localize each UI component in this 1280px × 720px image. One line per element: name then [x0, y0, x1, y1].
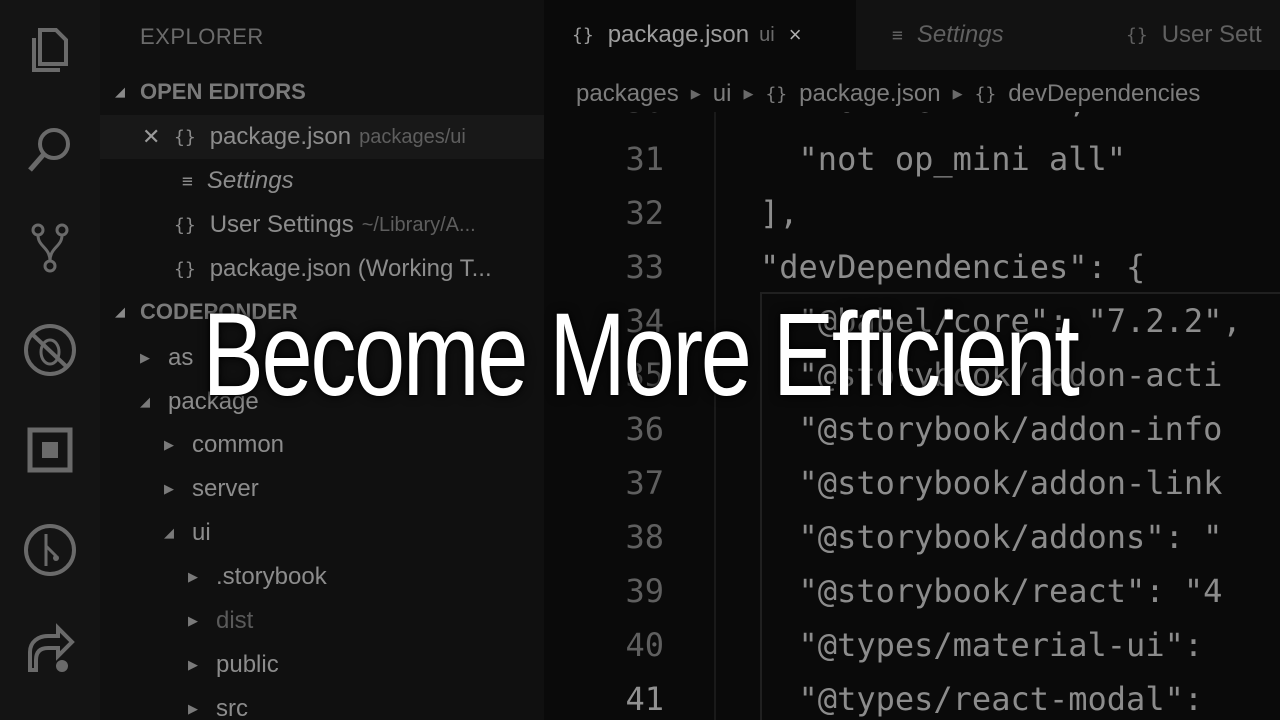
line-number: 33: [625, 248, 664, 286]
chevron-right-icon: ▶: [164, 481, 174, 496]
tree-item-label: src: [216, 695, 248, 720]
open-editor-desc: ~/Library/A...: [361, 213, 476, 236]
open-editor-name: Settings: [206, 167, 294, 194]
overlay-title: Become More Efficient: [202, 289, 1079, 421]
code-line: "devDependencies": {: [760, 248, 1146, 286]
breadcrumb-item[interactable]: package.json: [799, 80, 940, 108]
tree-item[interactable]: ▶ src: [100, 687, 544, 720]
open-editor-item[interactable]: {} package.json (Working T...: [100, 247, 544, 291]
breadcrumb-item[interactable]: ui: [713, 80, 732, 108]
code-line: ],: [760, 194, 799, 232]
chevron-right-icon: ▶: [164, 437, 174, 452]
json-icon: {}: [572, 24, 594, 46]
tree-item-label: ui: [192, 519, 211, 546]
open-editor-name: package.json: [209, 123, 352, 150]
close-icon[interactable]: ✕: [142, 124, 160, 150]
git-graph-icon[interactable]: [20, 520, 80, 580]
tab-package-json[interactable]: {} package.json ui ×: [544, 0, 856, 70]
tree-item[interactable]: ▶ public: [100, 643, 544, 687]
tree-item[interactable]: ▶ common: [100, 423, 544, 467]
debug-icon[interactable]: [20, 320, 80, 380]
breadcrumb-item[interactable]: devDependencies: [1008, 80, 1200, 108]
json-icon: {}: [974, 83, 997, 105]
tab-label: User Sett: [1161, 21, 1262, 48]
tree-item[interactable]: ▶ dist: [100, 599, 544, 643]
open-editor-name: User Settings: [209, 211, 354, 238]
tree-item-label: common: [192, 431, 285, 458]
code-line: "@storybook/react": "4: [760, 572, 1223, 610]
json-icon: {}: [174, 214, 196, 236]
line-number: 39: [625, 572, 664, 610]
chevron-right-icon: ▶: [188, 657, 198, 672]
extensions-icon[interactable]: [20, 420, 80, 480]
settings-icon: ≡: [182, 170, 193, 192]
chevron-right-icon: ▶: [690, 86, 701, 101]
json-icon: {}: [765, 83, 788, 105]
tree-item[interactable]: ▶ .storybook: [100, 555, 544, 599]
tree-item[interactable]: ▶ server: [100, 467, 544, 511]
open-editor-name: package.json (Working T...: [209, 255, 492, 282]
close-icon[interactable]: ×: [789, 22, 802, 48]
line-number: 38: [625, 518, 664, 556]
json-icon: {}: [174, 258, 196, 280]
line-number: 37: [625, 464, 664, 502]
tree-item-label: server: [192, 475, 259, 502]
tab-user-settings[interactable]: {} User Sett: [1100, 0, 1280, 70]
files-icon[interactable]: [20, 20, 80, 80]
live-share-icon[interactable]: [20, 620, 80, 680]
explorer-title: EXPLORER: [140, 24, 264, 49]
open-editors-header[interactable]: ◢ OPEN EDITORS: [100, 70, 544, 114]
activity-bar: [0, 0, 100, 720]
chevron-right-icon: ▶: [188, 613, 198, 628]
chevron-down-icon: ◢: [164, 525, 174, 540]
editor-tabbar: {} package.json ui × ≡ Settings {} User …: [544, 0, 1280, 70]
tab-label: package.json: [607, 21, 750, 48]
tree-item-label: .storybook: [216, 563, 327, 590]
chevron-right-icon: ▶: [743, 86, 754, 101]
code-line: "@storybook/addons": ": [760, 518, 1223, 556]
line-number: 31: [625, 140, 664, 178]
tree-item[interactable]: ◢ ui: [100, 511, 544, 555]
chevron-right-icon: ▶: [952, 86, 963, 101]
code-line: "not ie <= 11",: [760, 112, 1088, 120]
line-number: 32: [625, 194, 664, 232]
open-editor-desc: packages/ui: [359, 125, 466, 148]
chevron-down-icon: ◢: [115, 84, 125, 99]
code-line: "not op_mini all": [760, 140, 1127, 178]
breadcrumb: packages ▶ ui ▶ {} package.json ▶ {} dev…: [576, 76, 1200, 112]
code-line: "@storybook/addon-link: [760, 464, 1223, 502]
chevron-right-icon: ▶: [188, 569, 198, 584]
tab-sub: ui: [759, 23, 775, 46]
tree-item-label: dist: [216, 607, 254, 634]
chevron-right-icon: ▶: [188, 701, 198, 716]
tree-item-label: public: [216, 651, 279, 678]
json-icon: {}: [174, 126, 196, 148]
chevron-down-icon: ◢: [115, 304, 125, 319]
open-editor-item[interactable]: {} User Settings ~/Library/A...: [100, 203, 544, 247]
open-editor-item[interactable]: ✕ {} package.json packages/ui: [100, 115, 544, 159]
line-number: 41: [625, 680, 664, 718]
open-editor-item[interactable]: ≡ Settings: [100, 159, 544, 203]
line-number: 40: [625, 626, 664, 664]
json-icon: {}: [1126, 24, 1148, 46]
code-line: "@types/material-ui":: [760, 626, 1223, 664]
search-icon[interactable]: [20, 120, 80, 180]
line-number: 30: [544, 112, 664, 120]
code-line: "@types/react-modal":: [760, 680, 1223, 718]
breadcrumb-item[interactable]: packages: [576, 80, 679, 108]
open-editors-label: OPEN EDITORS: [140, 79, 306, 104]
settings-icon: ≡: [892, 24, 903, 46]
source-control-icon[interactable]: [20, 218, 80, 278]
tab-label: Settings: [916, 21, 1004, 48]
tab-settings[interactable]: ≡ Settings: [856, 0, 1100, 70]
